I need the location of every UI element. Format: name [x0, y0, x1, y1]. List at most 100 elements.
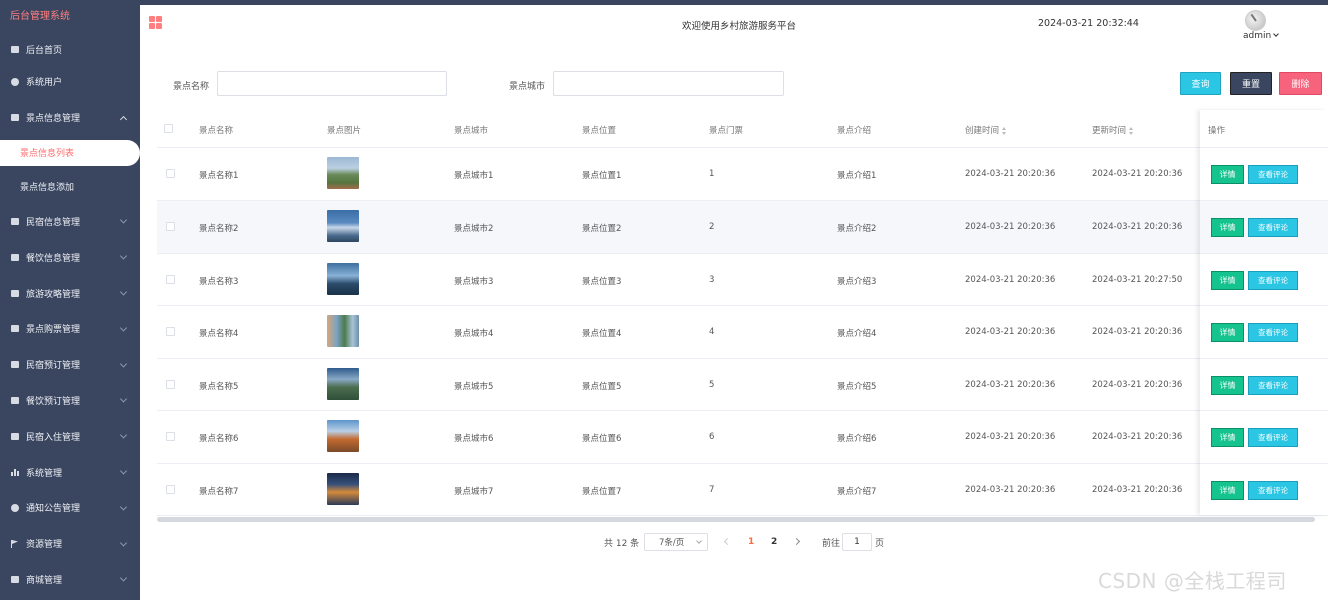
cell-updated: 2024-03-21 20:20:36	[1092, 327, 1183, 337]
delete-button[interactable]: 删除	[1279, 72, 1322, 95]
cell-created: 2024-03-21 20:20:36	[965, 432, 1056, 442]
cell-created: 2024-03-21 20:20:36	[965, 274, 1056, 285]
cell-updated: 2024-03-21 20:27:50	[1092, 274, 1183, 285]
menu-icon	[10, 396, 19, 405]
header: 欢迎使用乡村旅游服务平台 2024-03-21 20:32:44 admin	[140, 5, 1328, 45]
cell-location: 景点位置4	[582, 329, 622, 339]
page-size-select[interactable]: 7条/页	[644, 533, 708, 551]
flag-icon	[10, 539, 19, 548]
cell-location: 景点位置7	[582, 486, 622, 497]
sidebar-item-shop[interactable]: 商城管理	[0, 562, 140, 598]
scenic-thumbnail[interactable]	[327, 157, 359, 189]
column-header-updated[interactable]: 更新时间	[1092, 124, 1134, 136]
sort-icon[interactable]	[1129, 126, 1134, 135]
chevron-down-icon	[119, 216, 128, 225]
cell-updated: 2024-03-21 20:20:36	[1092, 379, 1183, 390]
cell-intro: 景点介绍1	[837, 171, 877, 181]
menu-icon	[10, 360, 19, 369]
sidebar-item-scenic-info[interactable]: 景点信息管理	[0, 100, 140, 136]
sidebar-item-ticket-purchase[interactable]: 景点购票管理	[0, 311, 140, 347]
query-button[interactable]: 查询	[1180, 72, 1221, 95]
user-menu[interactable]: admin	[1243, 31, 1280, 41]
chevron-down-icon	[119, 288, 128, 296]
sidebar-item-dining-booking[interactable]: 餐饮预订管理	[0, 383, 140, 419]
column-header-name: 景点名称	[199, 126, 234, 136]
row-checkbox[interactable]	[166, 432, 175, 441]
avatar[interactable]	[1245, 10, 1266, 31]
scenic-thumbnail[interactable]	[327, 420, 359, 452]
column-header-created[interactable]: 创建时间	[965, 124, 1007, 136]
cell-created: 2024-03-21 20:20:36	[965, 327, 1056, 337]
row-checkbox[interactable]	[166, 379, 175, 389]
sidebar-item-notices[interactable]: 通知公告管理	[0, 490, 140, 526]
next-page-icon[interactable]	[792, 537, 801, 546]
horizontal-scrollbar[interactable]	[157, 517, 1315, 522]
sort-icon[interactable]	[1002, 126, 1007, 135]
chevron-down-icon	[696, 538, 702, 544]
cell-city: 景点城市6	[454, 434, 494, 444]
cell-ticket: 3	[709, 274, 715, 285]
sidebar-subitem-scenic-list[interactable]: 景点信息列表	[0, 139, 140, 166]
column-header-label: 创建时间	[965, 126, 1000, 136]
data-table: 景点名称 景点图片 景点城市 景点位置 景点门票 景点介绍 创建时间 更新时间 …	[157, 110, 1328, 522]
welcome-text: 欢迎使用乡村旅游服务平台	[682, 21, 797, 32]
row-checkbox[interactable]	[166, 484, 175, 494]
username: admin	[1243, 31, 1272, 41]
page-suffix: 页	[875, 539, 885, 549]
row-checkbox[interactable]	[166, 169, 175, 178]
cell-updated: 2024-03-21 20:20:36	[1092, 484, 1183, 495]
cell-ticket: 5	[709, 379, 715, 390]
sidebar-subitem-scenic-add[interactable]: 景点信息添加	[0, 170, 140, 204]
menu-icon	[10, 289, 19, 298]
page-number[interactable]: 2	[771, 537, 777, 547]
sidebar-item-label: 通知公告管理	[26, 504, 81, 515]
row-checkbox[interactable]	[166, 327, 175, 336]
cell-updated: 2024-03-21 20:20:36	[1092, 169, 1183, 179]
goto-page-input[interactable]: 1	[842, 533, 872, 551]
sidebar-item-dining-info[interactable]: 餐饮信息管理	[0, 239, 140, 275]
sidebar-item-system-admin[interactable]: 系统管理	[0, 454, 140, 490]
row-checkbox[interactable]	[166, 274, 175, 284]
sidebar-item-travel-guides[interactable]: 旅游攻略管理	[0, 275, 140, 311]
sidebar-item-system-users[interactable]: 系统用户	[0, 64, 140, 100]
prev-page-icon[interactable]	[723, 537, 732, 546]
scenic-thumbnail[interactable]	[327, 210, 359, 242]
sidebar-item-label: 后台首页	[26, 45, 63, 56]
sidebar-item-label: 景点信息管理	[26, 114, 81, 125]
table-row: 景点名称1 景点城市1 景点位置1 1 景点介绍1 2024-03-21 20:…	[157, 148, 1328, 201]
sidebar-item-label: 景点购票管理	[26, 325, 81, 336]
reset-button[interactable]: 重置	[1230, 72, 1272, 95]
search-name-input[interactable]	[217, 71, 447, 96]
cell-ticket: 2	[709, 222, 715, 232]
scenic-thumbnail[interactable]	[327, 472, 359, 505]
scenic-thumbnail[interactable]	[327, 262, 359, 295]
table-row: 景点名称3 景点城市3 景点位置3 3 景点介绍3 2024-03-21 20:…	[157, 254, 1328, 306]
cell-created: 2024-03-21 20:20:36	[965, 379, 1056, 390]
sidebar-item-homestay-checkin[interactable]: 民宿入住管理	[0, 418, 140, 454]
sidebar-item-label: 餐饮预订管理	[26, 396, 81, 407]
cell-updated: 2024-03-21 20:20:36	[1092, 222, 1183, 232]
column-header-ticket: 景点门票	[709, 126, 744, 136]
sidebar-item-resources[interactable]: 资源管理	[0, 526, 140, 562]
page-number-current[interactable]: 1	[748, 537, 754, 547]
select-all-checkbox[interactable]	[164, 124, 173, 133]
sidebar-item-label: 民宿信息管理	[26, 217, 81, 228]
cell-updated: 2024-03-21 20:20:36	[1092, 432, 1183, 442]
cell-city: 景点城市5	[454, 381, 494, 392]
search-city-input[interactable]	[553, 71, 784, 96]
sidebar-item-label: 民宿入住管理	[26, 432, 81, 443]
sidebar-item-homestay-info[interactable]: 民宿信息管理	[0, 204, 140, 240]
search-city-label: 景点城市	[509, 82, 546, 92]
chevron-down-icon	[1273, 31, 1280, 37]
cell-intro: 景点介绍3	[837, 276, 877, 287]
pagination-total: 共 12 条	[604, 539, 640, 549]
search-name-label: 景点名称	[173, 82, 210, 92]
collapse-menu-icon[interactable]	[149, 16, 162, 29]
sidebar-item-home[interactable]: 后台首页	[0, 34, 140, 64]
row-checkbox[interactable]	[166, 222, 175, 231]
page-size-value: 7条/页	[659, 538, 685, 548]
sidebar-item-homestay-booking[interactable]: 民宿预订管理	[0, 347, 140, 383]
scenic-thumbnail[interactable]	[327, 315, 359, 347]
scenic-thumbnail[interactable]	[327, 367, 359, 400]
cell-city: 景点城市2	[454, 224, 494, 234]
